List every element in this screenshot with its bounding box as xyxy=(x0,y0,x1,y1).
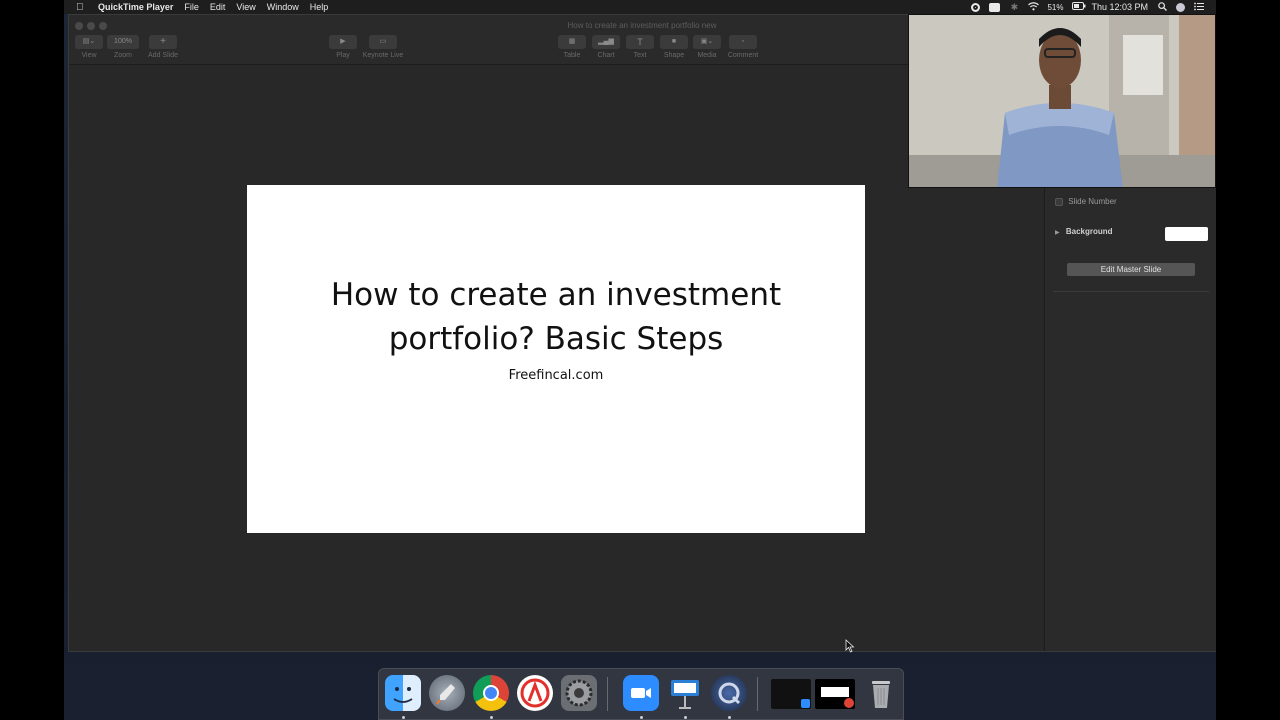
disclosure-triangle-icon[interactable]: ▶ xyxy=(1055,230,1060,236)
quicktime-icon[interactable] xyxy=(711,675,747,711)
comment-button[interactable]: ▫ Comment xyxy=(723,35,763,59)
zoom-value: 100% xyxy=(107,35,139,49)
keynote-live-button[interactable]: ▭ Keynote Live xyxy=(359,35,407,59)
comment-label: Comment xyxy=(727,52,759,59)
menu-window[interactable]: Window xyxy=(267,2,299,12)
background-label: Background xyxy=(1065,227,1113,236)
shape-icon: ■ xyxy=(660,35,688,49)
table-icon: ▦ xyxy=(558,35,586,49)
menu-bar:  QuickTime Player File Edit View Window… xyxy=(64,0,1216,14)
menu-clock[interactable]: Thu 12:03 PM xyxy=(1091,2,1148,12)
menu-help[interactable]: Help xyxy=(310,2,329,12)
keynote-live-icon: ▭ xyxy=(369,35,397,49)
autodesk-icon[interactable] xyxy=(517,675,553,711)
media-icon: ▣⌄ xyxy=(693,35,721,49)
table-label: Table xyxy=(563,52,581,59)
add-slide-button[interactable]: + Add Slide xyxy=(145,35,181,59)
battery-percent[interactable]: 51% xyxy=(1047,3,1063,12)
chrome-window-thumbnail-icon[interactable] xyxy=(815,679,855,709)
slide-title-line-1: How to create an investment xyxy=(330,277,782,313)
view-button[interactable]: ▤⌄ View xyxy=(75,35,103,59)
chart-button[interactable]: ▂▄▆ Chart xyxy=(591,35,621,59)
zoom-window-thumbnail-icon[interactable] xyxy=(771,679,811,709)
presenter-video-image xyxy=(909,15,1215,187)
wifi-icon[interactable] xyxy=(1028,2,1040,12)
dock-separator xyxy=(757,677,758,711)
zoom-running-indicator xyxy=(640,716,643,719)
edit-master-slide-button[interactable]: Edit Master Slide xyxy=(1067,263,1195,276)
slide-title-line-2: portfolio? Basic Steps xyxy=(388,321,724,357)
menu-edit[interactable]: Edit xyxy=(210,2,226,12)
slide-title[interactable]: How to create an investment portfolio? B… xyxy=(247,273,865,361)
slide-subtitle[interactable]: Freefincal.com xyxy=(247,368,865,383)
mouse-cursor-icon xyxy=(845,639,855,653)
view-label: View xyxy=(81,52,97,59)
media-button[interactable]: ▣⌄ Media xyxy=(691,35,723,59)
slide-number-label: Slide Number xyxy=(1068,197,1117,206)
chrome-running-indicator xyxy=(490,716,493,719)
plus-icon: + xyxy=(149,35,177,49)
chart-icon: ▂▄▆ xyxy=(592,35,620,49)
zoom-icon[interactable] xyxy=(623,675,659,711)
play-icon: ▶ xyxy=(329,35,357,49)
finder-running-indicator xyxy=(402,716,405,719)
trash-icon[interactable] xyxy=(863,675,899,711)
bluetooth-icon[interactable]: ✱ xyxy=(1009,2,1019,12)
keynote-icon[interactable] xyxy=(667,675,703,711)
zoom-label: Zoom xyxy=(114,52,132,59)
text-button[interactable]: T Text xyxy=(625,35,655,59)
dock-separator xyxy=(607,677,608,711)
comment-icon: ▫ xyxy=(729,35,757,49)
webcam-overlay xyxy=(908,14,1216,188)
screen-record-icon[interactable] xyxy=(971,2,981,12)
keynote-running-indicator xyxy=(684,716,687,719)
add-slide-label: Add Slide xyxy=(148,52,178,59)
apple-menu-icon[interactable]:  xyxy=(76,2,88,13)
slide-canvas[interactable]: How to create an investment portfolio? B… xyxy=(69,65,1043,653)
background-color-well[interactable] xyxy=(1165,227,1208,241)
current-slide[interactable]: How to create an investment portfolio? B… xyxy=(247,185,865,533)
slide-number-option[interactable]: Slide Number xyxy=(1055,197,1117,206)
menu-view[interactable]: View xyxy=(236,2,255,12)
inspector-divider xyxy=(1053,291,1209,292)
menu-file[interactable]: File xyxy=(184,2,199,12)
media-label: Media xyxy=(697,52,717,59)
dock xyxy=(378,668,904,720)
battery-icon[interactable] xyxy=(1072,2,1086,12)
user-avatar-icon[interactable] xyxy=(1176,2,1185,12)
zoom-status-icon[interactable] xyxy=(989,2,1001,12)
spotlight-search-icon[interactable] xyxy=(1157,2,1167,12)
text-label: Text xyxy=(633,52,647,59)
table-button[interactable]: ▦ Table xyxy=(557,35,587,59)
text-icon: T xyxy=(626,35,654,49)
zoom-select[interactable]: 100% Zoom xyxy=(107,35,139,59)
app-menu[interactable]: QuickTime Player xyxy=(98,2,173,12)
shape-label: Shape xyxy=(663,52,685,59)
background-option[interactable]: ▶ Background xyxy=(1055,227,1113,236)
slide-number-checkbox[interactable] xyxy=(1055,197,1063,206)
finder-icon[interactable] xyxy=(385,675,421,711)
sidebar-view-icon: ▤⌄ xyxy=(75,35,103,49)
notification-center-icon[interactable] xyxy=(1194,2,1204,12)
launchpad-icon[interactable] xyxy=(429,675,465,711)
play-label: Play xyxy=(336,52,350,59)
quicktime-running-indicator xyxy=(728,716,731,719)
chrome-icon[interactable] xyxy=(473,675,509,711)
system-preferences-icon[interactable] xyxy=(561,675,597,711)
play-button[interactable]: ▶ Play xyxy=(327,35,359,59)
keynote-live-label: Keynote Live xyxy=(362,52,404,59)
shape-button[interactable]: ■ Shape xyxy=(659,35,689,59)
chart-label: Chart xyxy=(597,52,615,59)
